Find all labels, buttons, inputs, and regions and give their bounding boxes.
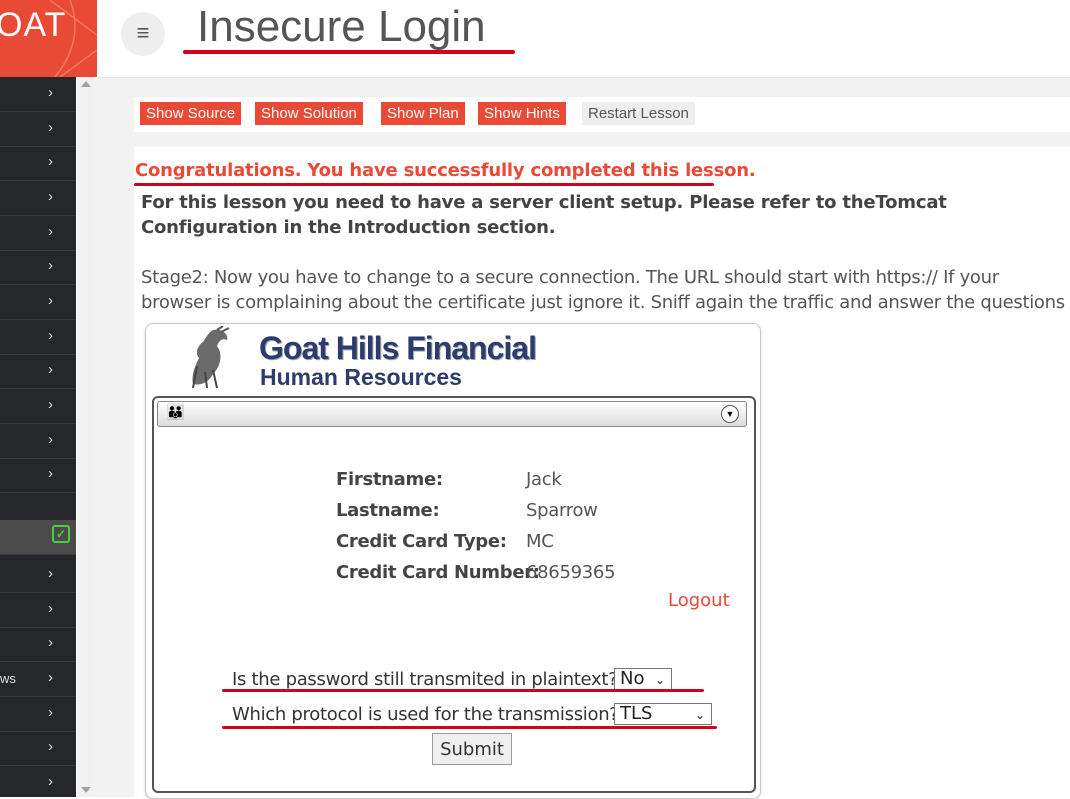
field-value-cc-type: MC	[526, 531, 554, 552]
app-logo[interactable]: OAT	[0, 0, 97, 77]
sidebar-item[interactable]: ›	[0, 389, 76, 424]
chevron-down-icon: ⌄	[654, 673, 665, 687]
chevron-right-icon: ›	[48, 634, 53, 651]
sidebar-item[interactable]: ›	[0, 216, 76, 251]
chevron-right-icon: ›	[48, 361, 53, 378]
sidebar-item[interactable]: ›	[0, 181, 76, 216]
scroll-down-arrow-icon[interactable]	[81, 787, 91, 793]
people-icon: 👪	[166, 404, 185, 421]
sidebar-item[interactable]: ›	[0, 731, 76, 766]
menu-bar[interactable]	[157, 401, 747, 427]
chevron-right-icon: ›	[48, 773, 53, 790]
lesson-toolbar: Show Source Show Solution Show Plan Show…	[134, 97, 1070, 132]
question-protocol: Which protocol is used for the transmiss…	[232, 704, 619, 725]
sidebar-item[interactable]: ›	[0, 285, 76, 320]
dropdown-circle-icon[interactable]: ▼	[721, 405, 739, 423]
field-label-firstname: Firstname:	[336, 469, 443, 490]
sidebar-item[interactable]: ›	[0, 593, 76, 628]
sidebar-item[interactable]: ›	[0, 458, 76, 493]
sidebar-item[interactable]: ›	[0, 558, 76, 593]
sidebar-item[interactable]: ›	[0, 627, 76, 662]
sidebar-item[interactable]: ›	[0, 424, 76, 459]
restart-lesson-button[interactable]: Restart Lesson	[582, 102, 695, 125]
field-label-cc-type: Credit Card Type:	[336, 531, 507, 552]
chevron-right-icon: ›	[48, 430, 53, 448]
field-label-lastname: Lastname:	[336, 500, 440, 521]
question-plaintext: Is the password still transmited in plai…	[232, 669, 618, 690]
logout-link[interactable]: Logout	[668, 590, 730, 611]
sidebar: › › › › › › › › › › › › ✓ › › › ws › › › …	[0, 77, 76, 797]
header: ≡ Insecure Login	[97, 0, 1070, 78]
sidebar-item[interactable]: ›	[0, 77, 76, 112]
question2-underline-annotation	[222, 726, 717, 729]
chevron-down-icon: ⌄	[694, 708, 705, 722]
brand-title: Goat Hills Financial	[259, 330, 537, 366]
lesson-stage-instructions: Stage2: Now you have to change to a secu…	[141, 267, 1065, 313]
show-source-button[interactable]: Show Source	[140, 102, 242, 125]
congrats-underline-annotation	[134, 183, 714, 186]
chevron-right-icon: ›	[48, 257, 53, 274]
field-value-cc-number: 68659365	[526, 562, 616, 583]
plaintext-answer-select[interactable]: No ⌄	[614, 668, 672, 690]
chevron-right-icon: ›	[48, 396, 53, 413]
submit-button[interactable]: Submit	[432, 733, 512, 765]
sidebar-item[interactable]: ›	[0, 697, 76, 732]
field-value-lastname: Sparrow	[526, 500, 598, 521]
sidebar-item[interactable]: ws ›	[0, 662, 76, 697]
chevron-right-icon: ›	[48, 669, 53, 686]
chevron-right-icon: ›	[48, 222, 53, 240]
protocol-answer-select[interactable]: TLS ⌄	[614, 703, 712, 725]
sidebar-item-active-lesson[interactable]: ✓	[0, 520, 76, 555]
field-label-cc-number: Credit Card Number:	[336, 562, 540, 583]
sidebar-item[interactable]: ›	[0, 250, 76, 285]
sidebar-item[interactable]: ›	[0, 320, 76, 355]
show-solution-button[interactable]: Show Solution	[255, 102, 363, 125]
field-value-firstname: Jack	[526, 469, 562, 490]
title-underline-annotation	[183, 50, 515, 54]
chevron-right-icon: ›	[48, 738, 53, 755]
brand-subtitle: Human Resources	[260, 364, 462, 390]
hamburger-icon: ≡	[136, 20, 150, 45]
question1-underline-annotation	[222, 689, 704, 692]
success-message: Congratulations. You have successfully c…	[135, 160, 756, 181]
chevron-right-icon: ›	[48, 153, 53, 170]
menu-toggle-button[interactable]: ≡	[121, 12, 165, 56]
sidebar-scrollbar[interactable]	[77, 77, 94, 797]
completed-check-icon: ✓	[52, 525, 70, 543]
chevron-right-icon: ›	[48, 703, 53, 721]
chevron-right-icon: ›	[48, 565, 53, 582]
lesson-intro: For this lesson you need to have a serve…	[141, 192, 947, 238]
chevron-right-icon: ›	[48, 599, 53, 617]
chevron-right-icon: ›	[48, 188, 53, 205]
logo-text: OAT	[0, 6, 67, 44]
sidebar-item[interactable]: ›	[0, 112, 76, 147]
chevron-right-icon: ›	[48, 84, 53, 101]
sidebar-item[interactable]: ›	[0, 766, 76, 797]
goat-logo-image	[192, 326, 230, 389]
chevron-right-icon: ›	[48, 326, 53, 344]
sidebar-item[interactable]: ›	[0, 146, 76, 181]
show-plan-button[interactable]: Show Plan	[381, 102, 465, 125]
show-hints-button[interactable]: Show Hints	[478, 102, 566, 125]
sidebar-item[interactable]: ›	[0, 354, 76, 389]
chevron-right-icon: ›	[48, 118, 53, 136]
chevron-right-icon: ›	[48, 465, 53, 482]
scroll-up-arrow-icon[interactable]	[81, 81, 91, 87]
chevron-right-icon: ›	[48, 292, 53, 309]
page-title: Insecure Login	[197, 2, 486, 51]
